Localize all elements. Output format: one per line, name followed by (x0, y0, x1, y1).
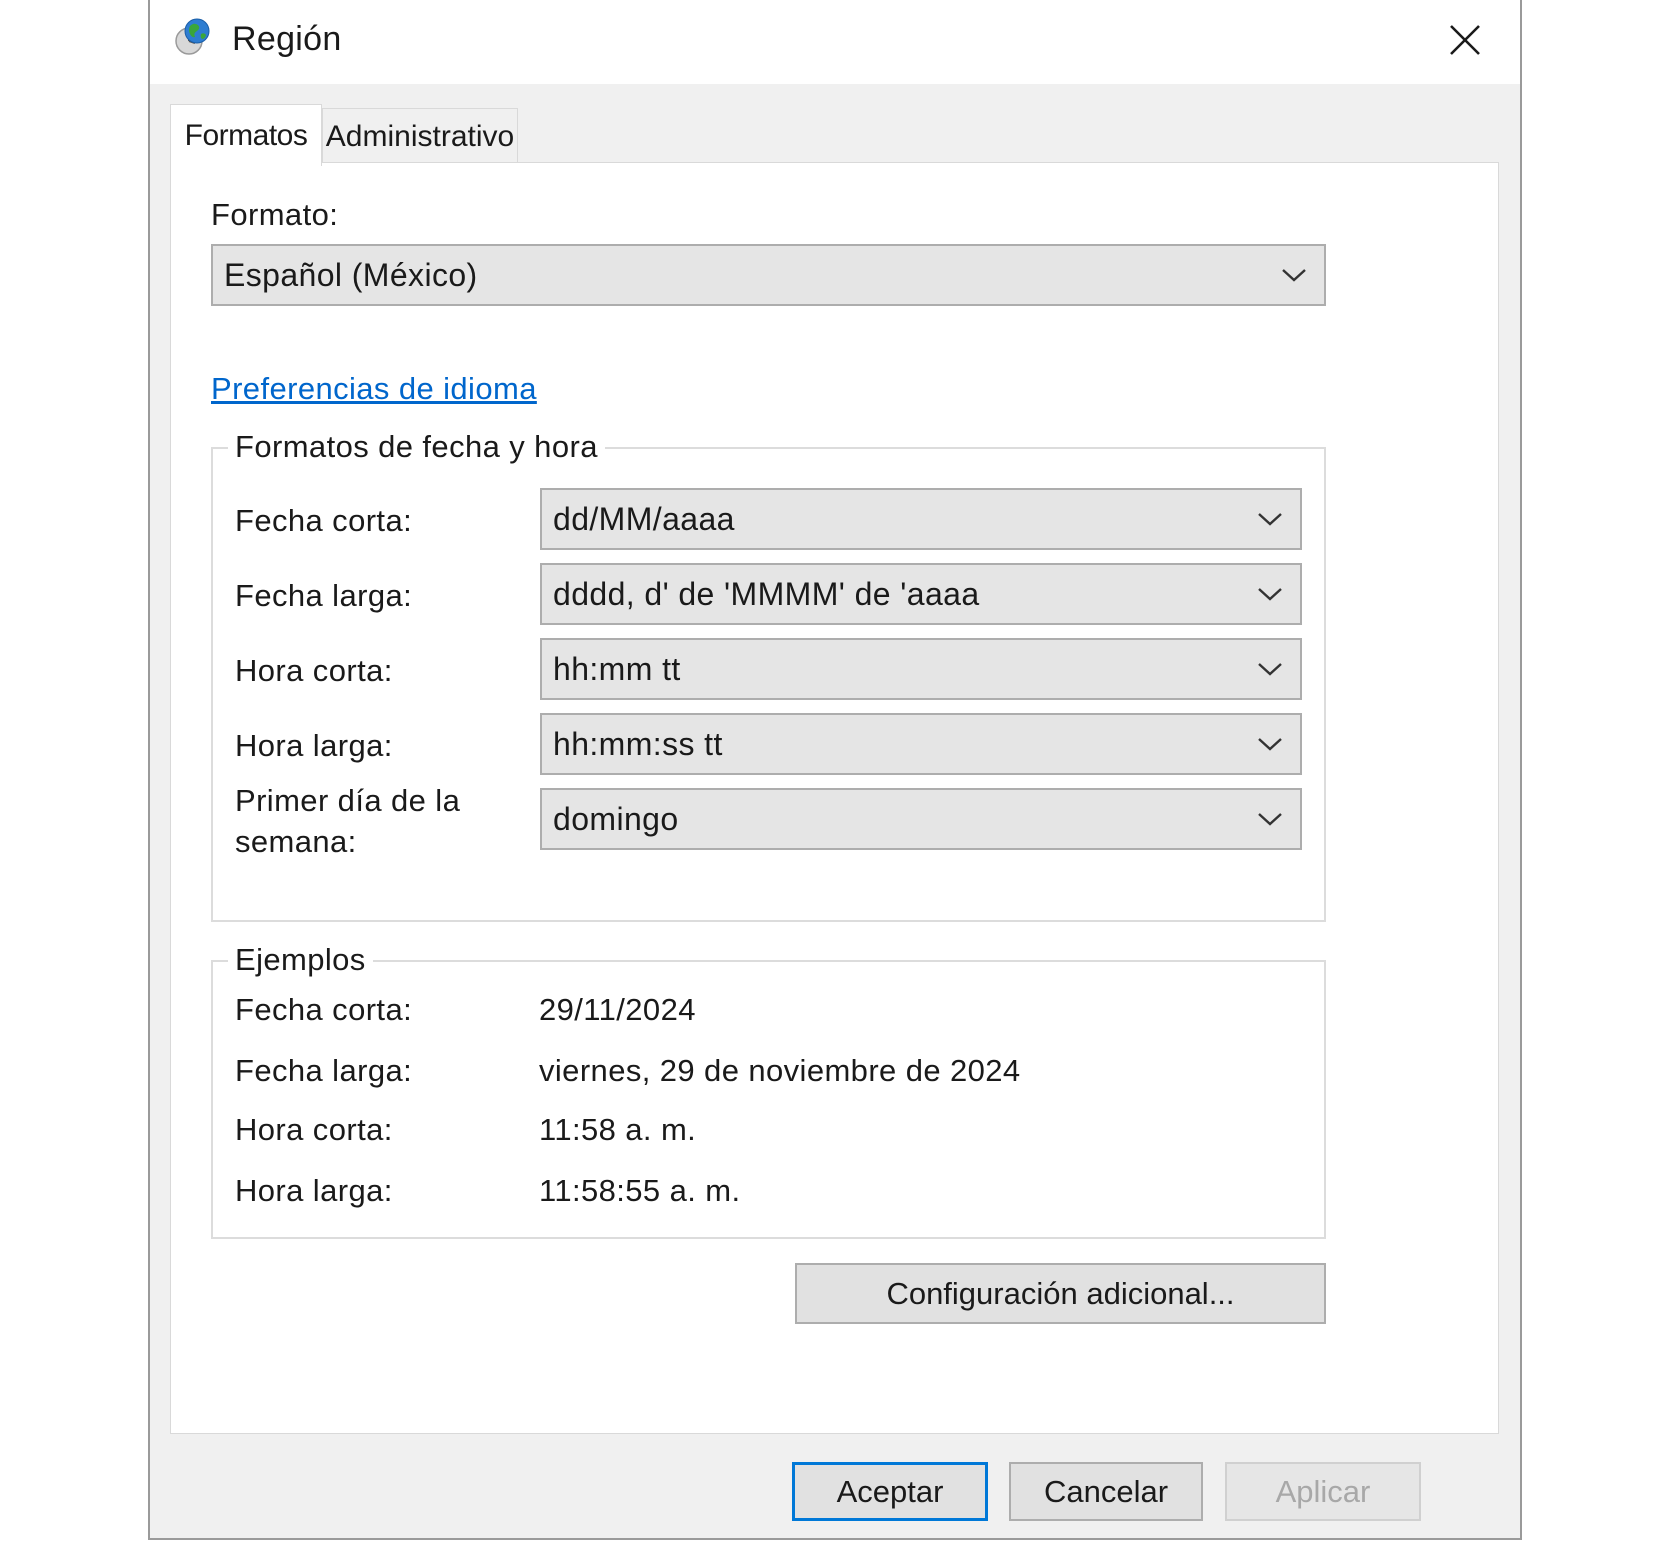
format-dropdown[interactable]: Español (México) (211, 244, 1326, 306)
tab-administrativo[interactable]: Administrativo (322, 108, 518, 164)
short-date-value: dd/MM/aaaa (553, 500, 735, 537)
apply-button[interactable]: Aplicar (1225, 1462, 1421, 1521)
first-day-value: domingo (553, 800, 679, 837)
example-long-date-label: Fecha larga: (235, 1053, 413, 1088)
short-time-label: Hora corta: (235, 653, 393, 688)
close-icon (1450, 25, 1480, 55)
first-day-label-line2: semana: (235, 824, 357, 859)
datetime-group-title: Formatos de fecha y hora (228, 429, 605, 465)
short-time-value: hh:mm tt (553, 650, 681, 687)
chevron-down-icon (1240, 511, 1300, 527)
example-short-time-value: 11:58 a. m. (539, 1112, 697, 1147)
cancel-button[interactable]: Cancelar (1009, 1462, 1203, 1521)
title-bar: Región (150, 0, 1520, 84)
chevron-down-icon (1240, 661, 1300, 677)
chevron-down-icon (1240, 586, 1300, 602)
format-label: Formato: (211, 197, 339, 232)
example-short-date-value: 29/11/2024 (539, 992, 696, 1027)
format-dropdown-value: Español (México) (224, 256, 478, 293)
example-long-time-value: 11:58:55 a. m. (539, 1173, 741, 1208)
example-long-time-label: Hora larga: (235, 1173, 393, 1208)
globe-clock-icon (175, 18, 210, 55)
long-date-value: dddd, d' de 'MMMM' de 'aaaa (553, 575, 980, 612)
example-short-date-label: Fecha corta: (235, 992, 413, 1027)
first-day-label-line1: Primer día de la (235, 783, 461, 818)
long-time-value: hh:mm:ss tt (553, 725, 723, 762)
example-short-time-label: Hora corta: (235, 1112, 393, 1147)
short-date-label: Fecha corta: (235, 503, 413, 538)
long-time-label: Hora larga: (235, 728, 393, 763)
examples-group-title: Ejemplos (228, 942, 373, 978)
formats-panel: Formato: Español (México) Preferencias d… (170, 162, 1499, 1434)
long-date-label: Fecha larga: (235, 578, 413, 613)
language-preferences-link[interactable]: Preferencias de idioma (211, 371, 537, 407)
long-time-dropdown[interactable]: hh:mm:ss tt (540, 713, 1302, 775)
long-date-dropdown[interactable]: dddd, d' de 'MMMM' de 'aaaa (540, 563, 1302, 625)
window-title: Región (232, 20, 342, 58)
chevron-down-icon (1264, 267, 1324, 283)
region-dialog: Región Formatos Administrativo Formato: … (148, 0, 1522, 1540)
short-date-dropdown[interactable]: dd/MM/aaaa (540, 488, 1302, 550)
chevron-down-icon (1240, 811, 1300, 827)
close-button[interactable] (1410, 0, 1520, 80)
chevron-down-icon (1240, 736, 1300, 752)
short-time-dropdown[interactable]: hh:mm tt (540, 638, 1302, 700)
additional-settings-button[interactable]: Configuración adicional... (795, 1263, 1326, 1324)
tab-formatos[interactable]: Formatos (170, 104, 322, 166)
ok-button[interactable]: Aceptar (792, 1462, 988, 1521)
example-long-date-value: viernes, 29 de noviembre de 2024 (539, 1053, 1021, 1088)
first-day-dropdown[interactable]: domingo (540, 788, 1302, 850)
